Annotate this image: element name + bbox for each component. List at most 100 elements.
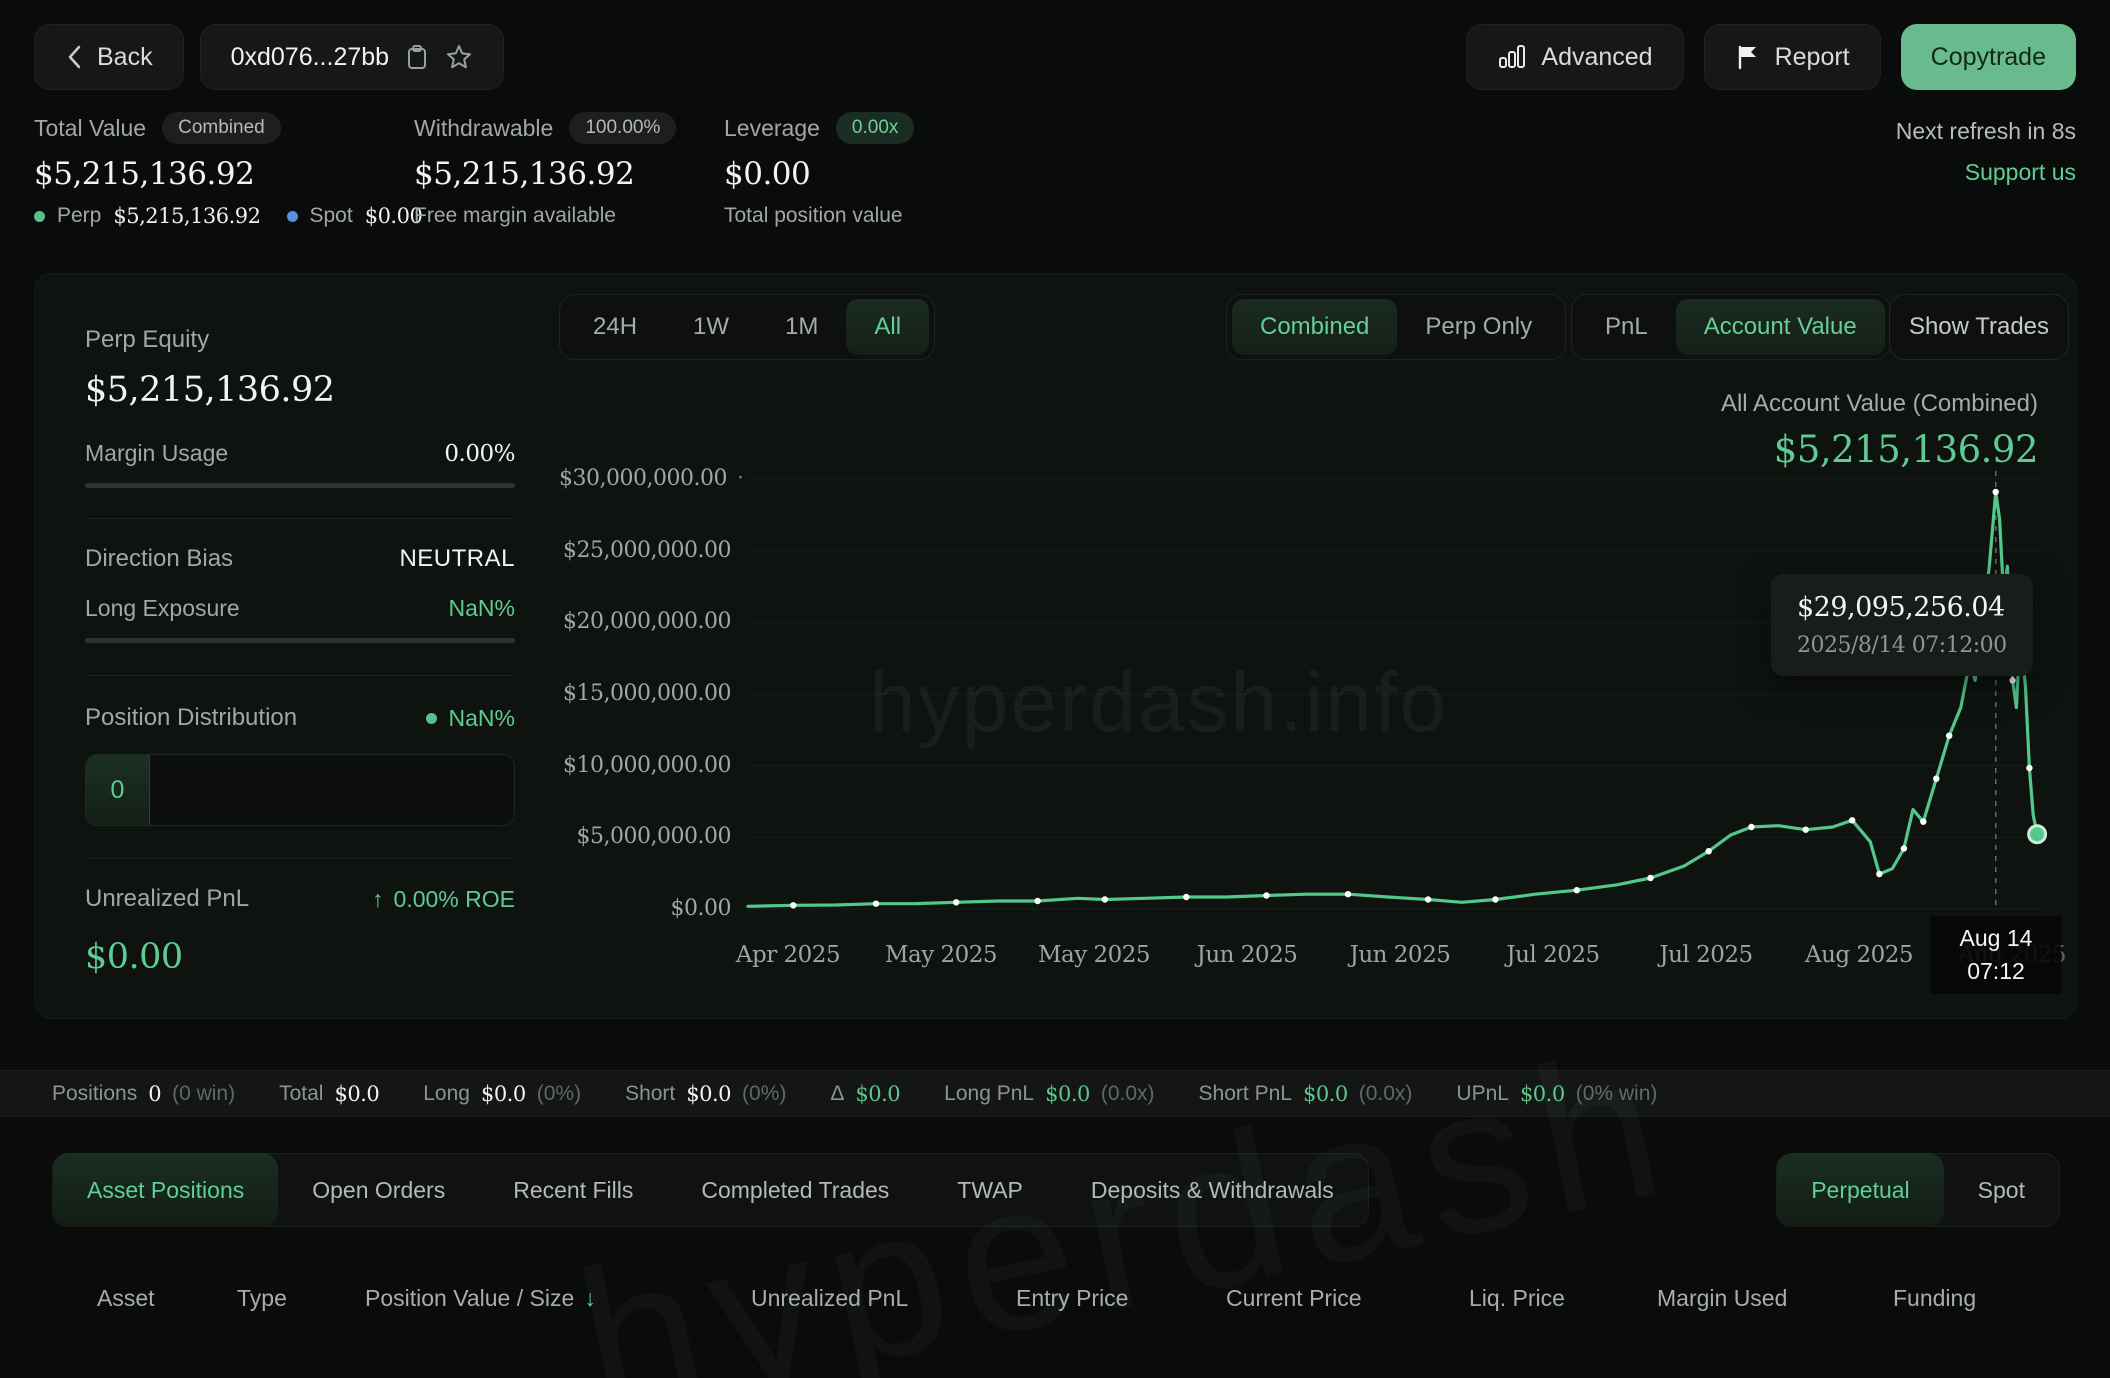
mode-toggle-group: CombinedPerp Only xyxy=(1226,294,1566,360)
distribution-box: 0 xyxy=(85,754,515,826)
y-axis-label: $25,000,000.00 xyxy=(559,536,731,566)
metric-option[interactable]: PnL xyxy=(1577,299,1676,355)
leverage-stat: Leverage 0.00x $0.00 Total position valu… xyxy=(724,112,914,228)
support-us-link[interactable]: Support us xyxy=(1896,159,2076,186)
market-option[interactable]: Spot xyxy=(1944,1153,2059,1227)
table-header-cell[interactable]: Funding xyxy=(1893,1285,1976,1312)
y-axis-label: $15,000,000.00 xyxy=(559,679,731,709)
copy-icon[interactable] xyxy=(405,43,429,71)
x-axis-label: Jul 2025 xyxy=(1473,942,1633,968)
range-option[interactable]: 24H xyxy=(565,299,665,355)
table-header-cell[interactable]: Type xyxy=(237,1285,287,1312)
range-option[interactable]: 1M xyxy=(757,299,846,355)
table-header-cell[interactable]: Position Value / Size ↓ xyxy=(365,1285,596,1312)
range-option[interactable]: 1W xyxy=(665,299,757,355)
report-label: Report xyxy=(1775,43,1850,72)
perp-equity-value: $5,215,136.92 xyxy=(85,370,515,410)
x-axis-label: Apr 2025 xyxy=(708,942,868,968)
metric-toggle-group: PnLAccount Value xyxy=(1571,294,1891,360)
table-header-cell[interactable]: Margin Used xyxy=(1657,1285,1787,1312)
section-tab[interactable]: Open Orders xyxy=(278,1153,479,1227)
long-exposure-bar xyxy=(85,638,515,643)
copytrade-button[interactable]: Copytrade xyxy=(1901,24,2076,90)
distribution-dot-icon xyxy=(426,713,437,724)
withdrawable-stat: Withdrawable 100.00% $5,215,136.92 Free … xyxy=(414,112,676,228)
summary-card: Perp Equity $5,215,136.92 Margin Usage 0… xyxy=(34,273,2077,1019)
y-axis-label: $0.00 xyxy=(559,894,731,924)
table-header-cell[interactable]: Liq. Price xyxy=(1469,1285,1565,1312)
summary-item: Long PnL $0.0 (0.0x) xyxy=(944,1082,1154,1106)
y-axis-label: $10,000,000.00 xyxy=(559,751,731,781)
crosshair-time: 07:12 xyxy=(1967,955,2025,988)
summary-item: Positions 0 (0 win) xyxy=(52,1082,235,1106)
mode-option[interactable]: Perp Only xyxy=(1397,299,1560,355)
spot-label: Spot xyxy=(310,204,353,228)
topbar-actions: Advanced Report Copytrade xyxy=(1466,24,2076,90)
chart-zone: 24H1W1MAll CombinedPerp Only PnLAccount … xyxy=(559,294,2078,1020)
x-axis-label: Jun 2025 xyxy=(1320,942,1480,968)
chart-heading: All Account Value (Combined) $5,215,136.… xyxy=(1721,390,2038,471)
metric-option[interactable]: Account Value xyxy=(1676,299,1885,355)
perp-value: $5,215,136.92 xyxy=(113,204,260,228)
star-icon[interactable] xyxy=(445,43,473,71)
section-tab[interactable]: Asset Positions xyxy=(53,1153,278,1227)
account-value-chart[interactable] xyxy=(748,471,2041,909)
leverage-value: $0.00 xyxy=(724,156,914,192)
y-axis-label: $30,000,000.00 xyxy=(559,464,731,494)
table-header-cell[interactable]: Asset xyxy=(97,1285,155,1312)
topbar: Back 0xd076...27bb Advanced xyxy=(34,24,2076,90)
summary-item: Δ $0.0 xyxy=(830,1082,900,1106)
total-value-stat: Total Value Combined $5,215,136.92 Perp … xyxy=(34,112,422,228)
crosshair-date: Aug 14 xyxy=(1960,922,2033,955)
x-axis-label: May 2025 xyxy=(861,942,1021,968)
address-pill[interactable]: 0xd076...27bb xyxy=(200,24,504,90)
long-exposure-label: Long Exposure xyxy=(85,595,240,622)
chart-tooltip: $29,095,256.04 2025/8/14 07:12:00 xyxy=(1771,574,2033,676)
roe-value: 0.00% ROE xyxy=(394,886,515,913)
x-axis-label: Jul 2025 xyxy=(1626,942,1786,968)
withdrawable-label: Withdrawable xyxy=(414,115,553,142)
chevron-left-icon xyxy=(65,43,83,71)
direction-bias-label: Direction Bias xyxy=(85,545,233,573)
perp-label: Perp xyxy=(57,204,101,228)
range-toggle-group: 24H1W1MAll xyxy=(559,294,935,360)
spot-dot-icon xyxy=(287,211,298,222)
y-axis-label: $5,000,000.00 xyxy=(559,822,731,852)
summary-item: Short $0.0 (0%) xyxy=(625,1082,786,1106)
report-button[interactable]: Report xyxy=(1704,24,1881,90)
total-value-label: Total Value xyxy=(34,115,146,142)
back-button[interactable]: Back xyxy=(34,24,184,90)
crosshair-date-box: Aug 14 07:12 xyxy=(1931,916,2061,994)
roe-up-arrow-icon: ↑ xyxy=(372,886,384,913)
flag-icon xyxy=(1735,43,1761,71)
back-label: Back xyxy=(97,43,153,72)
bar-chart-icon xyxy=(1497,43,1527,71)
summary-item: Total $0.0 xyxy=(279,1082,379,1106)
copytrade-label: Copytrade xyxy=(1931,43,2046,72)
perp-equity-label: Perp Equity xyxy=(85,326,515,354)
refresh-countdown: Next refresh in 8s xyxy=(1896,118,2076,145)
mode-option[interactable]: Combined xyxy=(1232,299,1397,355)
market-option[interactable]: Perpetual xyxy=(1777,1153,1943,1227)
unrealized-pnl-value: $0.00 xyxy=(85,937,515,977)
tooltip-value: $29,095,256.04 xyxy=(1797,592,2007,623)
tooltip-time: 2025/8/14 07:12:00 xyxy=(1797,633,2007,658)
account-stats: Total Value Combined $5,215,136.92 Perp … xyxy=(34,112,2076,242)
range-option[interactable]: All xyxy=(846,299,929,355)
show-trades-button[interactable]: Show Trades xyxy=(1889,294,2069,360)
positions-summary-bar: Positions 0 (0 win) Total $0.0 Long $0.0… xyxy=(0,1070,2110,1117)
distribution-zero-cell: 0 xyxy=(86,755,150,825)
leverage-badge: 0.00x xyxy=(836,112,914,144)
withdrawable-caption: Free margin available xyxy=(414,204,616,228)
advanced-label: Advanced xyxy=(1541,43,1652,72)
total-value: $5,215,136.92 xyxy=(34,156,422,192)
advanced-button[interactable]: Advanced xyxy=(1466,24,1683,90)
position-distribution-label: Position Distribution xyxy=(85,704,297,732)
position-distribution-value: NaN% xyxy=(449,705,515,732)
summary-item: Long $0.0 (0%) xyxy=(423,1082,581,1106)
market-toggle: PerpetualSpot xyxy=(1776,1153,2060,1227)
long-exposure-value: NaN% xyxy=(449,595,515,622)
withdrawable-badge: 100.00% xyxy=(569,112,676,144)
x-axis-labels: Apr 2025May 2025May 2025Jun 2025Jun 2025… xyxy=(559,942,2078,976)
chart-heading-label: All Account Value (Combined) xyxy=(1721,390,2038,418)
